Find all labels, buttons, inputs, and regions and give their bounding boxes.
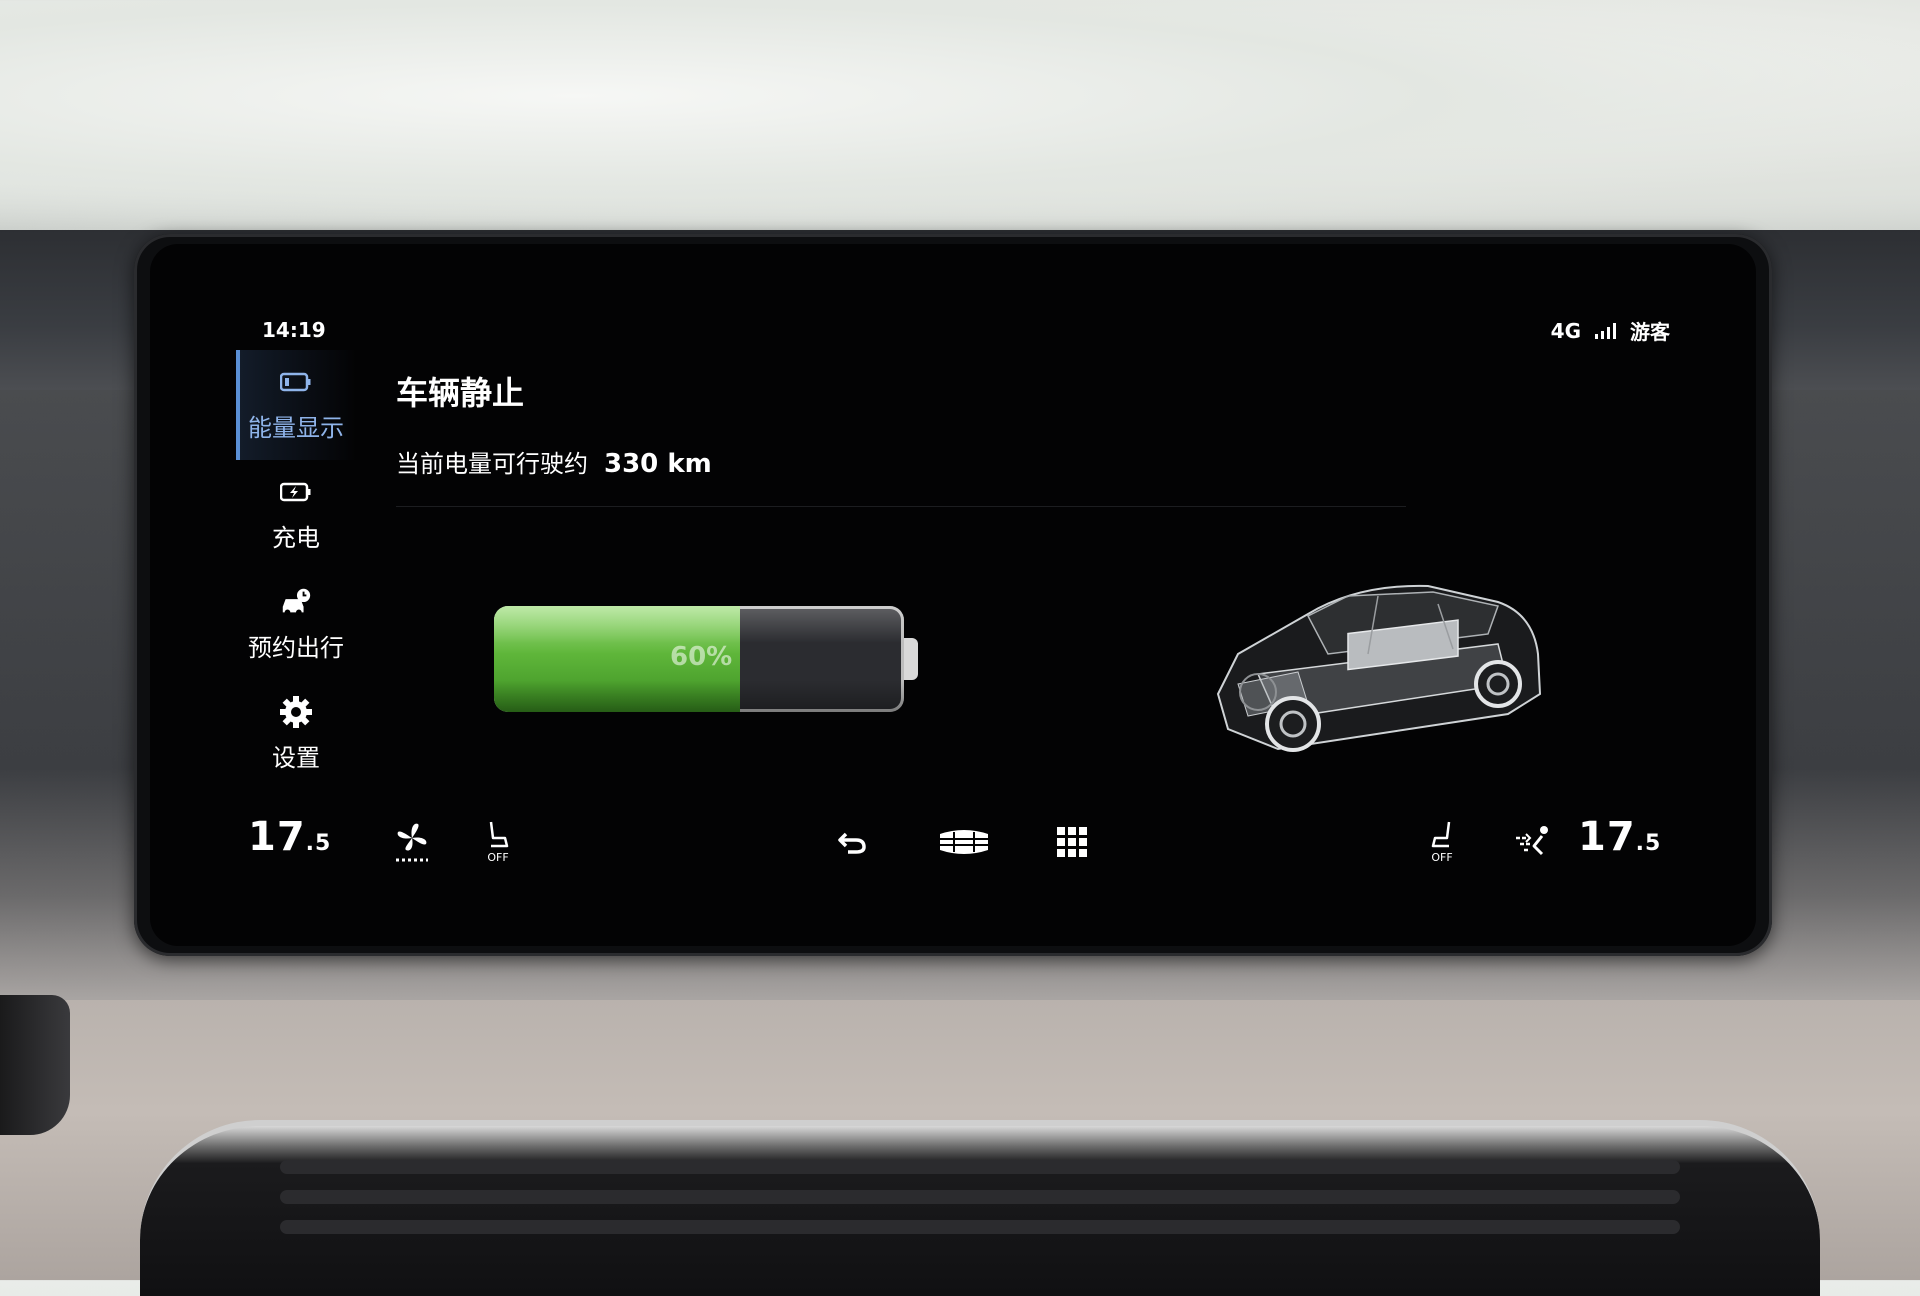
app-grid-icon[interactable] (1046, 816, 1098, 868)
page-title: 车辆静止 (396, 374, 525, 412)
sidebar-item-settings[interactable]: 设置 (236, 680, 356, 790)
climate-bar: 17.5 OFF OFF 17.5 (150, 804, 1756, 894)
status-bar-right: 4G 游客 (1551, 316, 1670, 345)
gear-icon (279, 695, 313, 728)
network-type: 4G (1550, 318, 1581, 343)
sidebar-item-scheduled-trip[interactable]: 预约出行 (236, 570, 356, 680)
sidebar-item-label: 充电 (272, 523, 320, 552)
fan-icon[interactable] (386, 816, 438, 868)
range-info: 当前电量可行驶约 330 km (396, 444, 712, 479)
sidebar: 能量显示 充电 预约出行 设置 (236, 350, 356, 790)
battery-percent: 60% (670, 642, 733, 672)
battery-terminal (904, 638, 918, 680)
chassis-xray-car-illustration (1216, 584, 1542, 752)
vent-slat (280, 1190, 1680, 1204)
airflow-icon[interactable] (1506, 816, 1558, 868)
charging-icon (279, 478, 313, 506)
brand-logo-icon[interactable] (932, 816, 996, 868)
status-time: 14:19 (262, 318, 326, 342)
sidebar-item-label: 预约出行 (248, 633, 344, 662)
battery-icon (279, 368, 313, 396)
back-icon[interactable] (826, 816, 878, 868)
windshield-background (0, 0, 1920, 240)
scheduled-trip-icon (279, 588, 313, 616)
air-vent (140, 1120, 1820, 1296)
sidebar-item-energy-display[interactable]: 能量显示 (236, 350, 356, 460)
infotainment-screen: 14:19 4G 游客 能量显示 充电 预约出行 设置 车辆静止 当前电量可行驶… (150, 244, 1756, 946)
divider (396, 506, 1406, 507)
sidebar-item-label: 能量显示 (248, 413, 344, 442)
right-temp-decimal: 5 (1645, 831, 1662, 856)
range-label: 当前电量可行驶约 (396, 450, 588, 478)
signal-icon (1595, 322, 1616, 339)
left-seat-heat-status: OFF (487, 851, 509, 864)
sidebar-item-charging[interactable]: 充电 (236, 460, 356, 570)
left-temperature[interactable]: 17.5 (248, 814, 331, 860)
range-value: 330 km (604, 449, 712, 479)
dashboard-knob (0, 995, 70, 1135)
seat-heat-icon[interactable]: OFF (472, 816, 524, 868)
left-temp-value: 17 (248, 814, 306, 860)
seat-heat-icon[interactable]: OFF (1416, 816, 1468, 868)
user-profile-label[interactable]: 游客 (1630, 316, 1670, 345)
right-temperature[interactable]: 17.5 (1578, 814, 1661, 860)
sidebar-item-label: 设置 (272, 743, 320, 772)
vent-slat (280, 1220, 1680, 1234)
left-temp-decimal: 5 (315, 831, 332, 856)
vent-slat (280, 1160, 1680, 1174)
right-temp-value: 17 (1578, 814, 1636, 860)
right-seat-heat-status: OFF (1431, 851, 1453, 864)
